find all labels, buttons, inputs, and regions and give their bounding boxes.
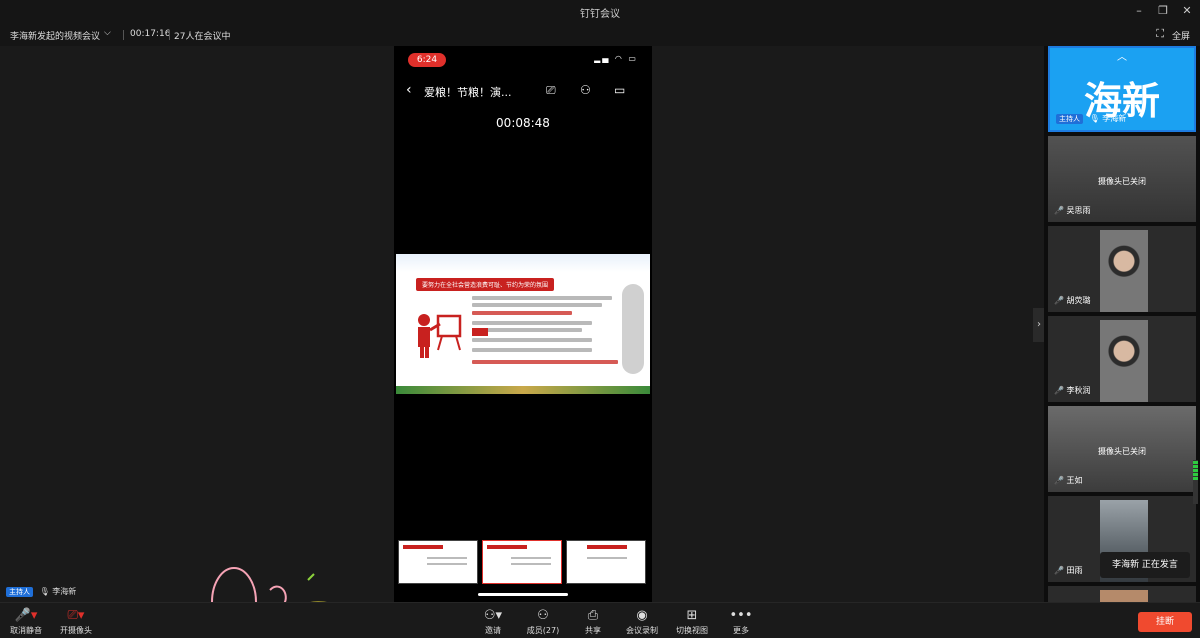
slide-text	[472, 296, 622, 367]
participant-name: 李秋润	[1066, 386, 1091, 395]
slide-thumbnail	[398, 540, 478, 584]
members-button[interactable]: ⚇ 成员(27)	[526, 607, 560, 636]
presentation-timer: 00:08:48	[496, 116, 550, 130]
invite-label: 邀请	[485, 626, 501, 635]
shared-screen: 6:24 ▂▄ ◠ ▭ ‹ 爱粮！节粮！演... ⎚ ⚇ ▭ 00:08:48 …	[394, 46, 652, 602]
stage-host-label: 主持人 🎙 李海新	[6, 586, 76, 597]
participant-tile[interactable]: 🎤 李秋润	[1048, 316, 1196, 402]
host-badge: 主持人	[6, 587, 33, 597]
title-bar: 钉钉会议 – ❐ ✕	[0, 0, 1200, 24]
meeting-info-bar: 李海新发起的视频会议 ⌵ 00:17:16 27人在会议中 ⛶ 全屏	[0, 24, 1200, 46]
divider	[169, 30, 170, 40]
record-button[interactable]: ◉ 会议录制	[624, 607, 660, 636]
mic-muted-icon: 🎤	[1054, 476, 1064, 485]
meeting-toolbar: 🎤▾ 取消静音 ⎚▾ 开摄像头 ⚇▾ 邀请 ⚇ 成员(27) ⎙ 共享 ◉ 会议…	[0, 602, 1200, 638]
phone-home-indicator	[478, 593, 568, 596]
back-arrow-icon: ‹	[406, 82, 412, 98]
tile-name-row: 🎤 吴思雨	[1054, 205, 1091, 216]
switch-view-label: 切换视图	[676, 626, 708, 635]
participant-tile[interactable]: 摄像头已关闭 🎤 吴思雨	[1048, 136, 1196, 222]
mic-muted-icon: 🎤	[1054, 566, 1064, 575]
slide-thumbnail	[566, 540, 646, 584]
slide-side-toolbar	[622, 284, 644, 374]
app-title: 钉钉会议	[580, 9, 620, 20]
share-button[interactable]: ⎙ 共享	[580, 607, 606, 636]
participant-video	[1100, 590, 1148, 602]
record-icon: ◉	[636, 608, 648, 623]
host-badge: 主持人	[1056, 114, 1083, 124]
participant-tile-host[interactable]: ︿ 海新 主持人 🎙 李海新	[1048, 46, 1196, 132]
add-person-icon: ⚇	[580, 83, 591, 97]
phone-status-time: 6:24	[408, 53, 446, 67]
participant-tile[interactable]: 🎤 胡荧璐	[1048, 226, 1196, 312]
fullscreen-icon[interactable]: ⛶	[1156, 27, 1164, 41]
unmute-label: 取消静音	[10, 626, 42, 635]
slide-footer	[396, 386, 650, 394]
members-icon: ⚇	[537, 608, 549, 623]
slide-thumbnails	[394, 540, 652, 584]
participant-name: 胡荧璐	[1066, 296, 1091, 305]
participant-video	[1100, 320, 1148, 402]
volume-meter	[1193, 460, 1198, 504]
share-screen-icon: ⎙	[587, 608, 599, 623]
participant-name: 王如	[1066, 476, 1083, 485]
camera-off-status: 摄像头已关闭	[1098, 177, 1146, 186]
host-name: 李海新	[52, 587, 77, 596]
close-icon[interactable]: ✕	[1180, 4, 1194, 17]
participant-count: 27人在会议中	[174, 32, 231, 42]
mic-icon: 🎙	[1089, 114, 1100, 123]
camera-label: 开摄像头	[60, 626, 92, 635]
add-person-icon: ⚇▾	[483, 608, 503, 623]
chevron-up-icon[interactable]: ︿	[1050, 48, 1194, 63]
participant-video	[1100, 230, 1148, 312]
participant-tile[interactable]	[1048, 586, 1196, 602]
divider	[123, 30, 124, 40]
screen-icon: ▭	[614, 83, 626, 97]
participant-sidebar: ︿ 海新 主持人 🎙 李海新 摄像头已关闭 🎤 吴思雨 🎤 胡荧璐 🎤 李秋润 …	[1044, 46, 1200, 602]
participant-name: 李海新	[1102, 114, 1127, 123]
phone-status-icons: ▂▄ ◠ ▭	[594, 54, 638, 63]
invite-button[interactable]: ⚇▾ 邀请	[478, 607, 508, 636]
grid-view-icon: ⊞	[686, 608, 698, 623]
more-icon: •••	[729, 608, 753, 623]
tile-name-row: 🎤 田雨	[1054, 565, 1083, 576]
camera-off-status: 摄像头已关闭	[1098, 447, 1146, 456]
slide-thumbnail	[482, 540, 562, 584]
more-label: 更多	[733, 626, 749, 635]
camera-off-icon: ⎚▾	[67, 608, 85, 623]
meeting-duration: 00:17:16	[130, 29, 171, 39]
tile-name-row: 🎤 胡荧璐	[1054, 295, 1091, 306]
members-label: 成员(27)	[526, 626, 560, 635]
presentation-slide: 要努力在全社会营造浪费可耻、节约为荣的氛围	[396, 254, 650, 394]
tile-name-row: 🎤 王如	[1054, 475, 1083, 486]
more-button[interactable]: ••• 更多	[728, 607, 754, 636]
switch-view-button[interactable]: ⊞ 切换视图	[674, 607, 710, 636]
camera-icon: ⎚	[546, 83, 556, 97]
participant-tile[interactable]: 摄像头已关闭 🎤 王如	[1048, 406, 1196, 492]
meeting-name[interactable]: 李海新发起的视频会议	[10, 29, 100, 42]
mic-muted-icon: 🎤	[1054, 296, 1064, 305]
fullscreen-button[interactable]: 全屏	[1172, 29, 1190, 42]
participant-name: 田雨	[1066, 566, 1083, 575]
mic-muted-icon: 🎤	[1054, 206, 1064, 215]
tile-name-row: 主持人 🎙 李海新	[1056, 113, 1126, 124]
participant-name: 吴思雨	[1066, 206, 1091, 215]
presenter-figure-icon	[418, 314, 462, 358]
minimize-icon[interactable]: –	[1132, 4, 1146, 17]
speaking-indicator: 李海新 正在发言	[1100, 552, 1190, 578]
share-label: 共享	[585, 626, 601, 635]
slide-banner: 要努力在全社会营造浪费可耻、节约为荣的氛围	[416, 278, 555, 291]
record-label: 会议录制	[626, 626, 658, 635]
mic-muted-icon: 🎤	[1054, 386, 1064, 395]
camera-button[interactable]: ⎚▾ 开摄像头	[58, 607, 94, 636]
phone-title: 爱粮！节粮！演...	[424, 86, 512, 99]
mic-muted-icon: 🎤▾	[14, 608, 38, 623]
restore-icon[interactable]: ❐	[1156, 4, 1170, 17]
slide-header-strip	[396, 254, 650, 272]
unmute-button[interactable]: 🎤▾ 取消静音	[8, 607, 44, 636]
tile-name-row: 🎤 李秋润	[1054, 385, 1091, 396]
hangup-button[interactable]: 挂断	[1138, 612, 1192, 632]
chevron-down-icon[interactable]: ⌵	[104, 28, 111, 38]
mic-icon: 🎙	[39, 587, 50, 596]
